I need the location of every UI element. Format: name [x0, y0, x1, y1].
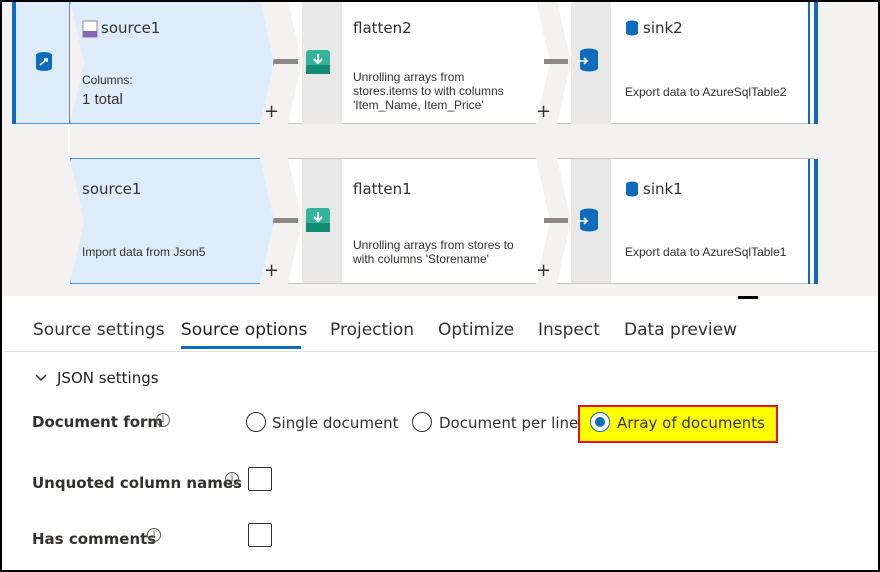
- json-settings-header[interactable]: JSON settings: [57, 369, 159, 387]
- row2-sink-sql-badge-icon: [626, 181, 638, 197]
- flatten-icon: [306, 208, 330, 232]
- row2-connector-1: [274, 218, 298, 223]
- row2-sink-desc: Export data to AzureSqlTable1: [625, 245, 787, 259]
- row2-connector-2: [544, 218, 568, 223]
- json-file-icon: [82, 20, 98, 38]
- radio-array-of-documents-label[interactable]: Array of documents: [617, 414, 765, 432]
- properties-tab-bar: Source settings Source options Projectio…: [4, 312, 878, 352]
- row1-source-columns-label: Columns:: [82, 73, 133, 87]
- flatten-icon: [306, 50, 330, 74]
- tab-source-options[interactable]: Source options: [181, 320, 307, 340]
- row1-flatten-title: flatten2: [353, 19, 412, 37]
- info-icon[interactable]: i: [147, 528, 161, 542]
- tab-data-preview[interactable]: Data preview: [624, 320, 737, 340]
- row1-sink-sql-badge-icon: [626, 20, 638, 36]
- row1-source-stub[interactable]: [16, 2, 70, 124]
- row2-add-after-flatten[interactable]: +: [536, 260, 551, 281]
- row2-source-title: source1: [82, 180, 142, 198]
- row1-source-columns-value: 1 total: [82, 91, 123, 108]
- row1-source-title: source1: [101, 19, 161, 37]
- source-stub-icon: [36, 52, 52, 71]
- row1-right-rail: [814, 2, 818, 124]
- row1-add-after-flatten[interactable]: +: [536, 101, 551, 122]
- sql-icon: [577, 208, 598, 232]
- row1-right-rail-edge: [808, 2, 810, 124]
- radio-array-of-documents[interactable]: [590, 412, 610, 432]
- tab-inspect[interactable]: Inspect: [538, 320, 600, 340]
- row1-flatten-desc-3: 'Item_Name, Item_Price': [353, 98, 484, 112]
- document-form-label: Document form: [32, 413, 164, 431]
- chevron-down-icon[interactable]: [34, 371, 48, 385]
- row1-sink-title: sink2: [643, 19, 683, 37]
- radio-document-per-line-label[interactable]: Document per line: [439, 414, 578, 432]
- row1-flatten-desc-2: stores.items to with columns: [353, 84, 504, 98]
- radio-document-per-line[interactable]: [412, 412, 432, 432]
- tab-optimize[interactable]: Optimize: [438, 320, 514, 340]
- panel-resize-handle[interactable]: [738, 296, 758, 299]
- radio-single-document-label[interactable]: Single document: [272, 414, 399, 432]
- row2-right-rail-edge: [808, 159, 810, 284]
- row1-connector-2: [544, 59, 568, 64]
- row2-source-desc: Import data from Json5: [82, 245, 206, 259]
- unquoted-column-names-label: Unquoted column names: [32, 474, 242, 492]
- sql-icon: [577, 48, 598, 72]
- active-tab-indicator: [181, 346, 301, 349]
- unquoted-column-names-checkbox[interactable]: [248, 467, 272, 491]
- row2-add-after-source[interactable]: +: [264, 260, 279, 281]
- tab-source-settings[interactable]: Source settings: [33, 320, 165, 340]
- row1-connector-1: [274, 59, 298, 64]
- row2-flatten-desc-1: Unrolling arrays from stores to: [353, 238, 514, 252]
- row2-right-rail: [814, 159, 818, 284]
- row2-flatten-desc-2: with columns 'Storename': [353, 252, 489, 266]
- row2-sink-title: sink1: [643, 180, 683, 198]
- tab-projection[interactable]: Projection: [330, 320, 414, 340]
- info-icon[interactable]: i: [156, 413, 170, 427]
- dataflow-canvas[interactable]: source1 Columns: 1 total + flatten2 Unro…: [2, 2, 878, 296]
- radio-single-document[interactable]: [246, 412, 266, 432]
- row1-flatten-desc-1: Unrolling arrays from: [353, 70, 465, 84]
- has-comments-label: Has comments: [32, 530, 157, 548]
- row2-source-node[interactable]: [70, 158, 274, 284]
- row-divider: [68, 124, 70, 158]
- row1-sink-desc: Export data to AzureSqlTable2: [625, 85, 787, 99]
- row2-flatten-title: flatten1: [353, 180, 412, 198]
- info-icon[interactable]: i: [225, 472, 239, 486]
- app-window: source1 Columns: 1 total + flatten2 Unro…: [0, 0, 880, 572]
- has-comments-checkbox[interactable]: [248, 523, 272, 547]
- row1-add-after-source[interactable]: +: [264, 101, 279, 122]
